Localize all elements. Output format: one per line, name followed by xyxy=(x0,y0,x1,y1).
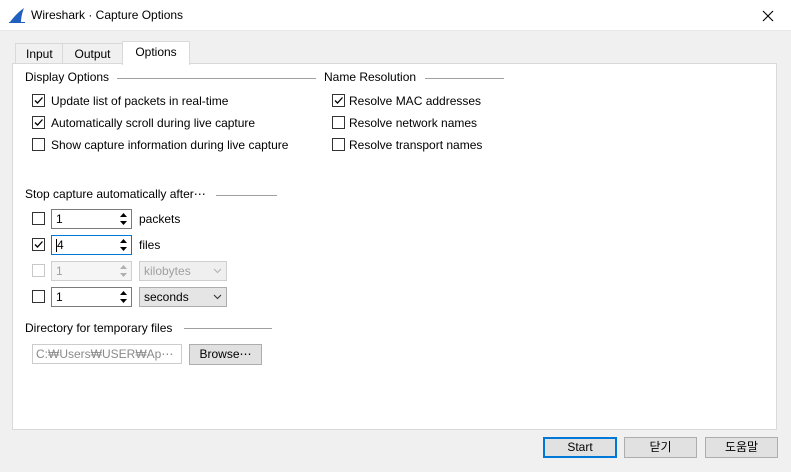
spin-up-icon[interactable] xyxy=(117,289,130,297)
temp-dir-divider xyxy=(184,328,272,329)
display-options-title: Display Options xyxy=(25,70,110,84)
name-resolution-divider xyxy=(425,78,504,79)
options-panel: Display Options Update list of packets i… xyxy=(12,63,777,430)
temp-dir-input[interactable]: C:₩Users₩USER₩Ap⋯ xyxy=(32,344,182,364)
spin-down-icon xyxy=(117,271,130,279)
resolve-mac-label: Resolve MAC addresses xyxy=(349,94,482,108)
update-realtime-checkbox[interactable] xyxy=(32,94,45,107)
spin-up-icon xyxy=(117,263,130,271)
stop-capture-title: Stop capture automatically after⋯ xyxy=(25,187,206,201)
window-title: Wireshark · Capture Options xyxy=(31,8,184,22)
resolve-network-label: Resolve network names xyxy=(349,116,478,130)
checkmark-icon xyxy=(34,97,43,104)
resolve-transport-checkbox[interactable] xyxy=(332,138,345,151)
stop-capture-divider xyxy=(216,195,277,196)
tab-options[interactable]: Options xyxy=(122,41,190,65)
size-unit-value: kilobytes xyxy=(144,264,191,278)
close-icon[interactable] xyxy=(762,10,774,22)
browse-button[interactable]: Browse⋯ xyxy=(189,344,262,365)
spin-down-icon[interactable] xyxy=(117,245,130,253)
show-capture-info-label: Show capture information during live cap… xyxy=(51,138,289,152)
chevron-down-icon xyxy=(213,268,222,274)
spin-down-icon[interactable] xyxy=(117,297,130,305)
packets-spinbox[interactable]: 1 xyxy=(51,209,132,229)
spin-arrows[interactable] xyxy=(117,237,130,253)
stop-size-checkbox xyxy=(32,264,45,277)
update-realtime-label: Update list of packets in real-time xyxy=(51,94,229,108)
spin-up-icon[interactable] xyxy=(117,237,130,245)
auto-scroll-label: Automatically scroll during live capture xyxy=(51,116,256,130)
duration-spinbox[interactable]: 1 xyxy=(51,287,132,307)
spin-arrows[interactable] xyxy=(117,211,130,227)
close-window-button[interactable] xyxy=(745,0,791,31)
size-spinbox: 1 xyxy=(51,261,132,281)
duration-value: 1 xyxy=(56,290,63,304)
resolve-transport-label: Resolve transport names xyxy=(349,138,483,152)
resolve-network-checkbox[interactable] xyxy=(332,116,345,129)
spin-down-icon[interactable] xyxy=(117,219,130,227)
show-capture-info-checkbox[interactable] xyxy=(32,138,45,151)
temp-dir-title: Directory for temporary files xyxy=(25,321,173,335)
duration-unit-value: seconds xyxy=(144,290,189,304)
packets-unit-label: packets xyxy=(139,212,181,226)
checkmark-icon xyxy=(334,97,343,104)
name-resolution-title: Name Resolution xyxy=(324,70,417,84)
files-spinbox[interactable]: 4 xyxy=(51,235,132,255)
files-value: 4 xyxy=(57,238,64,252)
checkmark-icon xyxy=(34,241,43,248)
display-options-divider xyxy=(117,78,316,79)
auto-scroll-checkbox[interactable] xyxy=(32,116,45,129)
chevron-down-icon xyxy=(213,294,222,300)
tab-output[interactable]: Output xyxy=(62,43,123,65)
resolve-mac-checkbox[interactable] xyxy=(332,94,345,107)
size-unit-combo: kilobytes xyxy=(139,261,227,281)
close-button[interactable]: 닫기 xyxy=(624,437,697,458)
wireshark-fin-icon xyxy=(9,8,25,23)
duration-unit-combo[interactable]: seconds xyxy=(139,287,227,307)
spin-arrows[interactable] xyxy=(117,289,130,305)
packets-value: 1 xyxy=(56,212,63,226)
tab-input[interactable]: Input xyxy=(15,43,63,65)
spin-up-icon[interactable] xyxy=(117,211,130,219)
title-bar: Wireshark · Capture Options xyxy=(0,0,791,31)
stop-files-checkbox[interactable] xyxy=(32,238,45,251)
files-unit-label: files xyxy=(139,238,161,252)
spin-arrows xyxy=(117,263,130,279)
checkmark-icon xyxy=(34,119,43,126)
stop-duration-checkbox[interactable] xyxy=(32,290,45,303)
stop-packets-checkbox[interactable] xyxy=(32,212,45,225)
help-button[interactable]: 도움말 xyxy=(705,437,778,458)
start-button[interactable]: Start xyxy=(543,437,617,458)
size-value: 1 xyxy=(56,264,63,278)
